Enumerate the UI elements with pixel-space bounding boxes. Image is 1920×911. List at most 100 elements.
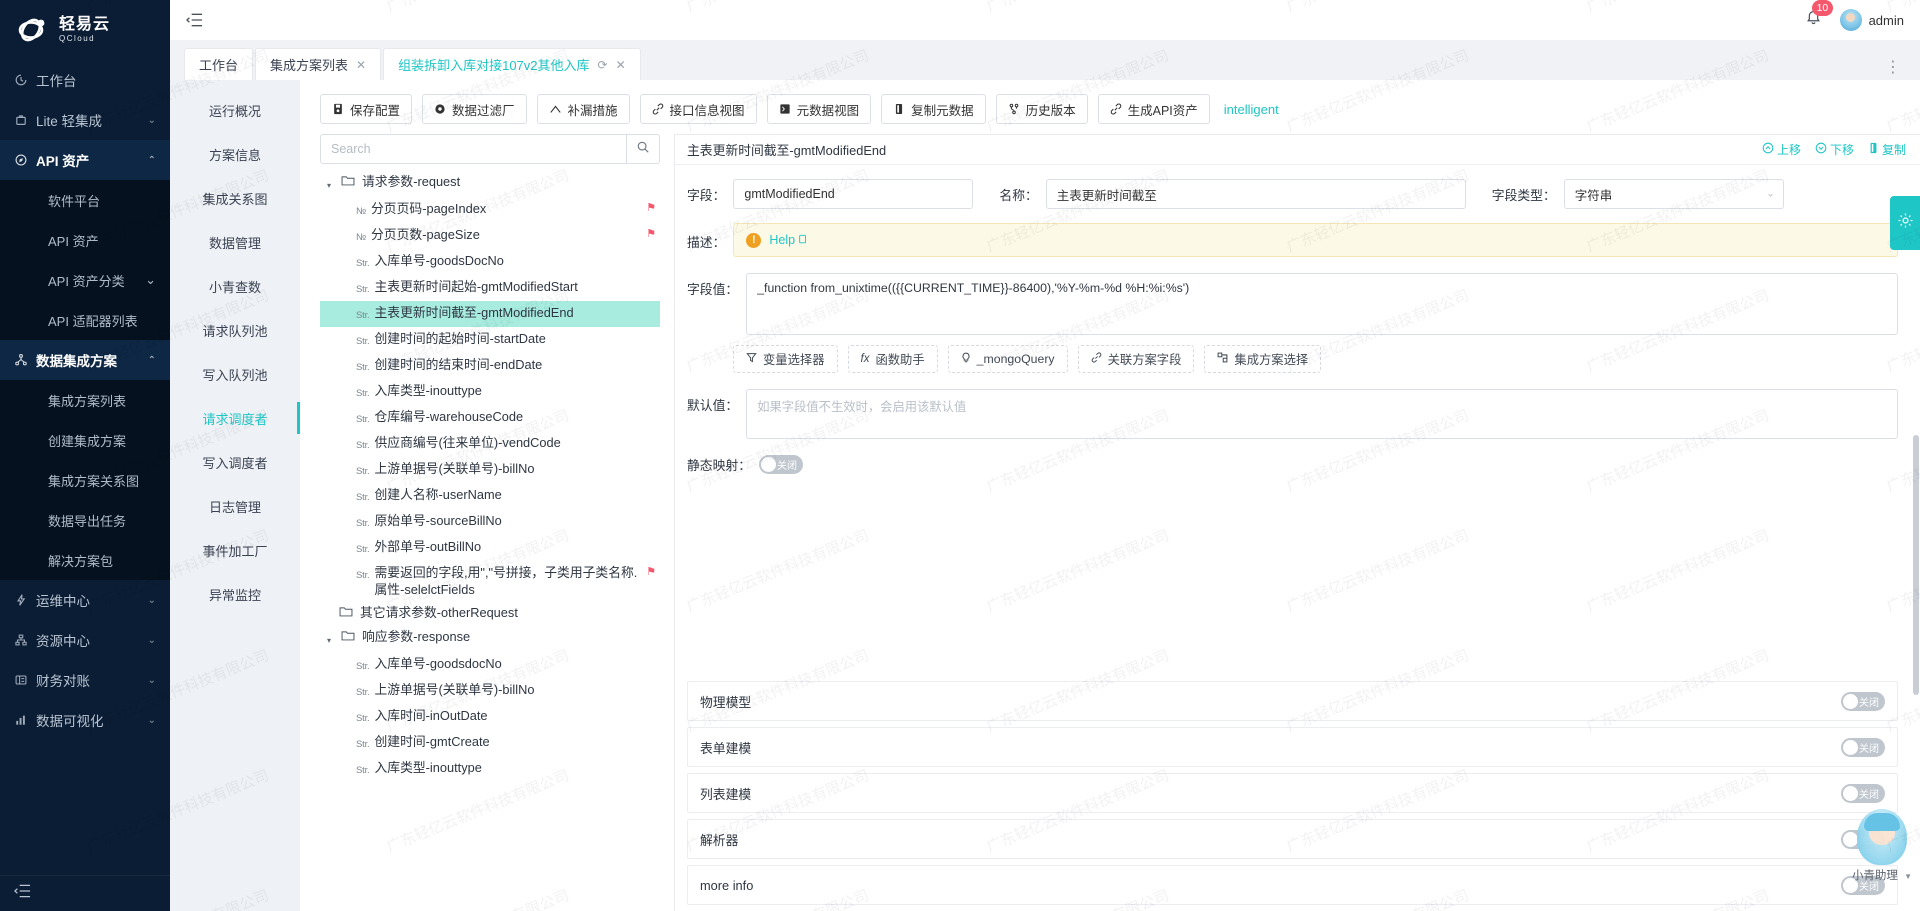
tree-node-endDate[interactable]: Str. 创建时间的结束时间-endDate [320,353,660,379]
search-input[interactable] [320,134,626,164]
data-filter-button[interactable]: 数据过滤厂 [422,94,527,124]
section-more-info[interactable]: more info 关闭 [687,865,1898,905]
sidebar-item-resource-center[interactable]: 资源中心 ⌄ [0,620,170,660]
tree-node-warehouseCode[interactable]: Str. 仓库编号-warehouseCode [320,405,660,431]
section-form-model[interactable]: 表单建模 关闭 [687,727,1898,767]
help-link[interactable]: Help [769,233,808,247]
tree-node-billNo-response[interactable]: Str. 上游单据号(关联单号)-billNo [320,678,660,704]
sidebar-subitem-api-asset-category[interactable]: API 资产分类 ⌄ [0,260,170,300]
tree-node-inouttype-response[interactable]: Str. 入库类型-inouttype [320,756,660,782]
sidebar-item-finance[interactable]: 财务对账 ⌄ [0,660,170,700]
display-name-input[interactable] [1045,179,1466,209]
tree-node-pageSize[interactable]: № 分页页数-pageSize ⚑ [320,223,660,249]
field-name-input[interactable] [733,179,974,209]
user-menu[interactable]: admin [1839,9,1904,31]
assistant-widget[interactable]: 小青助理 ▼ [1850,809,1914,883]
tree-folder-request[interactable]: ▾ 请求参数-request [320,170,660,197]
tree-node-gmtModifiedStart[interactable]: Str. 主表更新时间起始-gmtModifiedStart [320,275,660,301]
generate-api-asset-button[interactable]: 生成API资产 [1097,94,1210,124]
refresh-icon[interactable]: ⟳ [598,58,608,72]
tree-node-vendCode[interactable]: Str. 供应商编号(往来单位)-vendCode [320,431,660,457]
more-vertical-icon[interactable]: ⋮ [1885,60,1920,80]
tree-node-inouttype-request[interactable]: Str. 入库类型-inouttype [320,379,660,405]
save-config-button[interactable]: 保存配置 [320,94,413,124]
detail-scrollbar[interactable] [1913,135,1919,911]
settings-gear-tab[interactable] [1890,196,1920,250]
interface-info-view-button[interactable]: 接口信息视图 [639,94,757,124]
static-mapping-toggle[interactable]: 关闭 [758,455,803,474]
section-list-model[interactable]: 列表建模 关闭 [687,773,1898,813]
search-button[interactable] [626,134,660,164]
tab-workbench[interactable]: 工作台 [184,48,254,80]
sidebar-subitem-data-export-task[interactable]: 数据导出任务 [0,500,170,540]
sidebar-subitem-api-adapter-list[interactable]: API 适配器列表 [0,300,170,340]
tree-node-selelctFields[interactable]: Str. 需要返回的字段,用","号拼接，子类用子类名称.属性-selelctF… [320,561,660,601]
tree-node-pageIndex[interactable]: № 分页页码-pageIndex ⚑ [320,197,660,223]
field-type-select[interactable]: ⌄ [1563,179,1784,209]
notifications-button[interactable]: 10 [1805,0,1834,31]
move-down-button[interactable]: 下移 [1815,141,1854,158]
tree-node-startDate[interactable]: Str. 创建时间的起始时间-startDate [320,327,660,353]
physical-model-toggle[interactable]: 关闭 [1841,691,1885,711]
inner-nav-item-overview[interactable]: 运行概况 [170,88,300,132]
sidebar-subitem-solution-relation-graph[interactable]: 集成方案关系图 [0,460,170,500]
tree-node-inOutDate[interactable]: Str. 入库时间-inOutDate [320,704,660,730]
related-solution-field-button[interactable]: 关联方案字段 [1077,345,1195,373]
tree-node-goodsdocNo-response[interactable]: Str. 入库单号-goodsdocNo [320,652,660,678]
sidebar-subitem-software-platform[interactable]: 软件平台 [0,180,170,220]
caret-down-icon[interactable]: ▼ [1904,872,1912,881]
inner-nav-item-solution-info[interactable]: 方案信息 [170,132,300,176]
inner-nav-item-request-queue[interactable]: 请求队列池 [170,308,300,352]
intelligent-link[interactable]: intelligent [1224,102,1279,117]
function-helper-button[interactable]: fx 函数助手 [847,345,938,373]
inner-nav-item-data-management[interactable]: 数据管理 [170,220,300,264]
caret-down-icon[interactable]: ▾ [322,173,336,194]
inner-nav-item-request-scheduler[interactable]: 请求调度者 [170,396,300,440]
sidebar-item-lite[interactable]: Lite 轻集成 ⌄ [0,100,170,140]
tree-node-sourceBillNo[interactable]: Str. 原始单号-sourceBillNo [320,509,660,535]
inner-nav-item-log-management[interactable]: 日志管理 [170,484,300,528]
tree-node-gmtCreate[interactable]: Str. 创建时间-gmtCreate [320,730,660,756]
sidebar-item-visualization[interactable]: 数据可视化 ⌄ [0,700,170,740]
section-physical-model[interactable]: 物理模型 关闭 [687,681,1898,721]
sidebar-subitem-api-asset[interactable]: API 资产 [0,220,170,260]
form-model-toggle[interactable]: 关闭 [1841,737,1885,757]
sidebar-item-data-integration[interactable]: 数据集成方案 ⌃ [0,340,170,380]
inner-nav-item-query[interactable]: 小青查数 [170,264,300,308]
brand-logo-area[interactable]: 轻易云 QCloud [0,0,170,60]
tree-node-userName[interactable]: Str. 创建人名称-userName [320,483,660,509]
field-value-textarea[interactable] [746,273,1898,335]
copy-metadata-button[interactable]: 复制元数据 [881,94,986,124]
sidebar-item-ops-center[interactable]: 运维中心 ⌄ [0,580,170,620]
scrollbar-thumb[interactable] [1913,435,1919,695]
list-model-toggle[interactable]: 关闭 [1841,783,1885,803]
tree-node-gmtModifiedEnd[interactable]: Str. 主表更新时间截至-gmtModifiedEnd [320,301,660,327]
close-icon[interactable]: ✕ [616,58,626,72]
copy-field-button[interactable]: 复制 [1868,141,1906,158]
metadata-view-button[interactable]: 元数据视图 [766,94,872,124]
tab-solution-list[interactable]: 集成方案列表 ✕ [255,48,382,80]
sidebar-subitem-solution-list[interactable]: 集成方案列表 [0,380,170,420]
inner-nav-item-write-queue[interactable]: 写入队列池 [170,352,300,396]
field-type-value[interactable] [1563,179,1784,209]
tree-node-outBillNo[interactable]: Str. 外部单号-outBillNo [320,535,660,561]
inner-nav-item-event-factory[interactable]: 事件加工厂 [170,528,300,572]
integration-solution-select-button[interactable]: 集成方案选择 [1204,345,1322,373]
hamburger-icon[interactable] [186,13,203,27]
history-version-button[interactable]: 历史版本 [995,94,1088,124]
inner-nav-item-relation-graph[interactable]: 集成关系图 [170,176,300,220]
sidebar-collapse-button[interactable] [0,875,170,911]
mongo-query-button[interactable]: _mongoQuery [947,345,1068,373]
close-icon[interactable]: ✕ [356,58,366,72]
sidebar-subitem-create-solution[interactable]: 创建集成方案 [0,420,170,460]
sidebar-item-workbench[interactable]: 工作台 [0,60,170,100]
tab-active-solution[interactable]: 组装拆卸入库对接107v2其他入库 ⟳ ✕ [383,48,641,80]
inner-nav-item-exception-monitor[interactable]: 异常监控 [170,572,300,616]
sidebar-subitem-solution-package[interactable]: 解决方案包 [0,540,170,580]
patch-measures-button[interactable]: 补漏措施 [536,94,630,124]
tree-node-goodsDocNo[interactable]: Str. 入库单号-goodsDocNo [320,249,660,275]
default-value-textarea[interactable] [746,389,1898,439]
inner-nav-item-write-scheduler[interactable]: 写入调度者 [170,440,300,484]
tree-node-billNo-request[interactable]: Str. 上游单据号(关联单号)-billNo [320,457,660,483]
variable-selector-button[interactable]: 变量选择器 [733,345,838,373]
